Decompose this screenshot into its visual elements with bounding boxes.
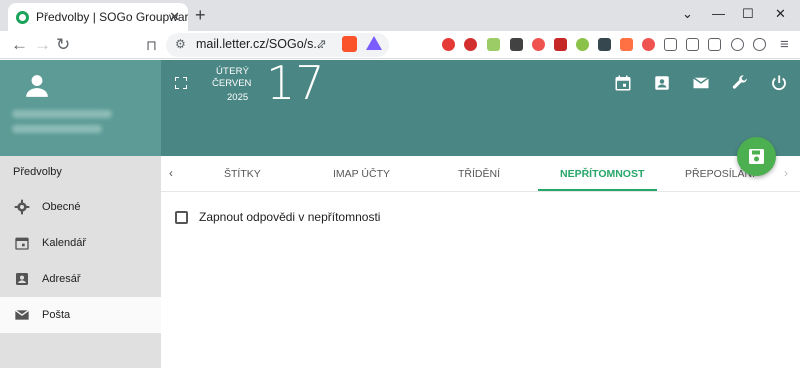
vacation-enable-checkbox[interactable] bbox=[175, 211, 188, 224]
extensions-icon[interactable] bbox=[664, 38, 677, 51]
terminal-ext-icon[interactable] bbox=[598, 38, 611, 51]
sidebar-title: Předvolby bbox=[13, 166, 62, 178]
pencil-ext-icon[interactable] bbox=[487, 38, 500, 51]
tab-vacation[interactable]: NEPŘÍTOMNOST bbox=[560, 168, 644, 180]
maximize-button[interactable]: ☐ bbox=[742, 6, 754, 22]
reload-icon[interactable]: ↻ bbox=[56, 35, 70, 55]
browser-tab-title: Předvolby | SOGo Groupware bbox=[36, 10, 188, 24]
sogo-favicon-icon bbox=[16, 10, 29, 24]
sidebar-item-mail[interactable]: Pošta bbox=[0, 297, 161, 333]
adblock-ext-icon[interactable] bbox=[464, 38, 477, 51]
tab-labels[interactable]: ŠTÍTKY bbox=[224, 168, 261, 180]
tab-imap-accounts[interactable]: IMAP ÚČTY bbox=[333, 168, 390, 180]
chevron-left-icon[interactable]: ‹ bbox=[169, 166, 173, 180]
close-window-button[interactable]: ✕ bbox=[775, 6, 786, 22]
brave-shields-icon[interactable] bbox=[342, 36, 357, 52]
leo-ai-icon[interactable] bbox=[731, 38, 744, 51]
vpn-icon[interactable] bbox=[753, 38, 766, 51]
chevron-right-icon[interactable]: › bbox=[784, 166, 788, 180]
sidebar-item-label: Obecné bbox=[42, 201, 81, 213]
user-avatar-icon[interactable] bbox=[24, 73, 50, 99]
save-button[interactable] bbox=[737, 137, 776, 176]
evernote-ext-icon[interactable] bbox=[576, 38, 589, 51]
bitwarden-ext-icon[interactable] bbox=[510, 38, 523, 51]
book-ext-icon[interactable] bbox=[554, 38, 567, 51]
user-name-blurred bbox=[12, 110, 112, 118]
sidebar-item-addressbook[interactable]: Adresář bbox=[0, 261, 161, 297]
sidebar-item-label: Adresář bbox=[42, 273, 81, 285]
mail-icon bbox=[14, 309, 30, 320]
url-text[interactable]: mail.letter.cz/SOGo/s... bbox=[196, 37, 324, 51]
contacts-icon[interactable] bbox=[653, 74, 671, 92]
active-tab-indicator bbox=[538, 189, 657, 191]
ext-orange-icon[interactable] bbox=[620, 38, 633, 51]
calendar-icon bbox=[15, 237, 29, 250]
forward-icon[interactable]: → bbox=[34, 35, 51, 55]
back-icon[interactable]: ← bbox=[11, 35, 28, 55]
user-email-blurred bbox=[12, 125, 102, 133]
save-icon bbox=[749, 149, 764, 164]
new-tab-button[interactable]: + bbox=[195, 5, 206, 26]
date-year: 2025 bbox=[227, 92, 249, 103]
sidebar-panel-icon[interactable] bbox=[686, 38, 699, 51]
opera-ext-icon[interactable] bbox=[442, 38, 455, 51]
power-logout-icon[interactable] bbox=[770, 74, 788, 92]
brave-rewards-icon[interactable] bbox=[366, 36, 382, 50]
browser-tab[interactable]: Předvolby | SOGo Groupware ✕ bbox=[8, 3, 188, 31]
date-weekday: ÚTERÝ bbox=[216, 66, 250, 77]
vacation-enable-label[interactable]: Zapnout odpovědi v nepřítomnosti bbox=[199, 210, 380, 224]
pocket-ext-icon[interactable] bbox=[642, 38, 655, 51]
tab-sorting[interactable]: TŘÍDĚNÍ bbox=[458, 168, 500, 180]
date-day-number: 17 bbox=[266, 56, 325, 110]
sidebar-item-calendar[interactable]: Kalendář bbox=[0, 225, 161, 261]
gear-icon bbox=[14, 199, 30, 215]
sidebar-item-label: Pošta bbox=[42, 309, 71, 321]
ext-red-icon[interactable] bbox=[532, 38, 545, 51]
share-icon[interactable]: ⇗ bbox=[316, 36, 327, 52]
sidebar-item-label: Kalendář bbox=[42, 237, 87, 249]
tab-search-button[interactable]: ⌄ bbox=[682, 6, 693, 22]
browser-menu-icon[interactable]: ≡ bbox=[780, 36, 789, 53]
sidebar-item-general[interactable]: Obecné bbox=[0, 189, 161, 225]
site-info-icon[interactable]: ⚙ bbox=[175, 37, 186, 51]
calendar-icon[interactable] bbox=[614, 74, 632, 92]
bookmark-icon[interactable]: ⊓ bbox=[146, 37, 157, 54]
wallet-icon[interactable] bbox=[708, 38, 721, 51]
wrench-preferences-icon[interactable] bbox=[731, 74, 749, 92]
fullscreen-icon[interactable] bbox=[175, 77, 187, 89]
tab-close-icon[interactable]: ✕ bbox=[169, 9, 180, 25]
date-month: ČERVEN bbox=[212, 78, 252, 89]
minimize-button[interactable]: — bbox=[712, 6, 725, 21]
contacts-icon bbox=[16, 273, 28, 285]
browser-toolbar: ← → ↻ ⊓ ⚙ mail.letter.cz/SOGo/s... ⇗ ≡ bbox=[0, 31, 800, 59]
mail-icon[interactable] bbox=[692, 74, 710, 92]
